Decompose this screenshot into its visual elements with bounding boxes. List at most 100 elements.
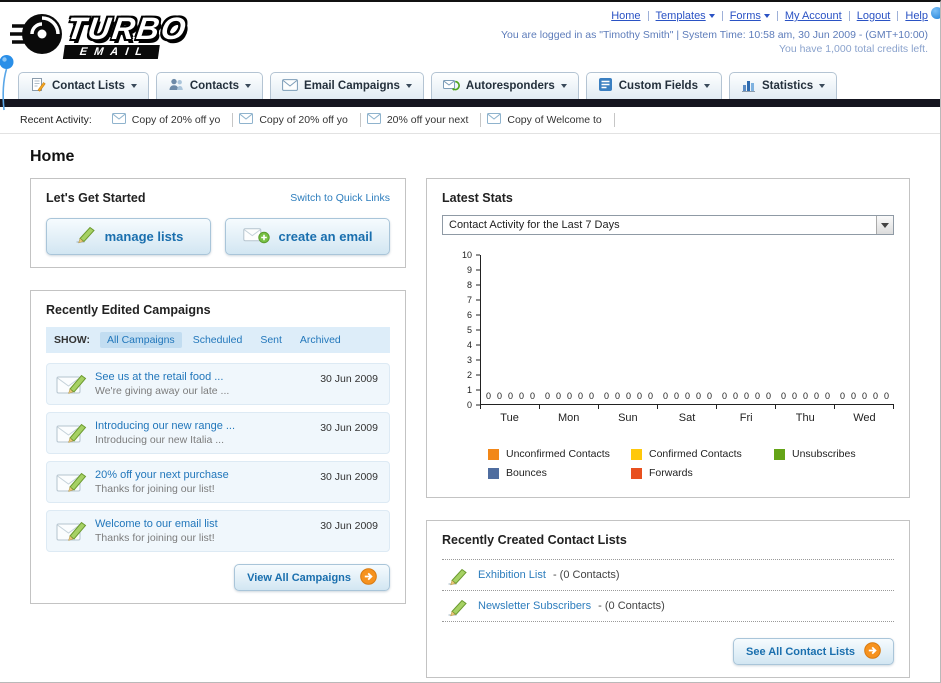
chart-value-label: 0 xyxy=(825,391,831,401)
chevron-down-icon xyxy=(560,84,567,88)
recent-activity-item[interactable]: 20% off your next xyxy=(361,113,482,127)
envelope-pencil-icon xyxy=(56,469,88,501)
campaign-list-item: Introducing our new range ... Introducin… xyxy=(46,412,390,454)
recently-edited-campaigns-panel: Recently Edited Campaigns SHOW: All Camp… xyxy=(30,290,406,604)
chart-value-label: 0 xyxy=(766,391,772,401)
campaign-subtitle: Thanks for joining our list! xyxy=(95,532,215,544)
campaign-title-link[interactable]: 20% off your next purchase xyxy=(95,469,293,481)
view-all-campaigns-button[interactable]: View All Campaigns xyxy=(234,564,390,591)
legend-item: Confirmed Contacts xyxy=(631,448,774,460)
see-all-contact-lists-button[interactable]: See All Contact Lists xyxy=(732,638,894,665)
chart-value-label: 0 xyxy=(625,391,631,401)
campaign-date: 30 Jun 2009 xyxy=(320,471,378,483)
chart-value-label: 0 xyxy=(603,391,609,401)
campaign-list-item: See us at the retail food ... We're givi… xyxy=(46,363,390,405)
campaign-subtitle: Thanks for joining our list! xyxy=(95,483,215,495)
credits-info: You have 1,000 total credits left. xyxy=(778,43,928,55)
chevron-down-icon xyxy=(708,14,715,18)
tab-contact-lists[interactable]: Contact Lists xyxy=(18,72,149,99)
nav-separator xyxy=(721,11,723,21)
recent-activity-item[interactable]: Copy of 20% off yo xyxy=(233,113,361,127)
x-axis-label: Tue xyxy=(500,412,519,424)
pencil-list-icon xyxy=(446,598,468,621)
select-arrow-icon xyxy=(876,216,893,234)
y-tick-label: 10 xyxy=(461,250,472,260)
create-email-button[interactable]: create an email xyxy=(225,218,390,255)
legend-label: Bounces xyxy=(506,467,547,479)
chart-value-label: 0 xyxy=(721,391,727,401)
legend-item: Unconfirmed Contacts xyxy=(488,448,631,460)
nav-home-link[interactable]: Home xyxy=(611,10,640,22)
x-tick-mark xyxy=(481,405,540,409)
filter-scheduled[interactable]: Scheduled xyxy=(186,332,250,348)
pencil-icon xyxy=(74,225,96,248)
nav-help-link[interactable]: Help xyxy=(905,10,928,22)
nav-my-account-link[interactable]: My Account xyxy=(785,10,842,22)
manage-lists-button[interactable]: manage lists xyxy=(46,218,211,255)
y-tick-label: 2 xyxy=(466,370,472,380)
header-right: Home Templates Forms My Account Logout H… xyxy=(501,8,928,64)
campaign-title-link[interactable]: See us at the retail food ... xyxy=(95,371,293,383)
chart-value-label: 0 xyxy=(662,391,668,401)
top-nav: Home Templates Forms My Account Logout H… xyxy=(501,10,928,22)
envelope-icon xyxy=(111,113,126,127)
chevron-down-icon xyxy=(703,84,710,88)
recent-activity-item[interactable]: Copy of 20% off yo xyxy=(106,113,234,127)
chart-value-label: 0 xyxy=(850,391,856,401)
tab-contacts[interactable]: Contacts xyxy=(155,72,264,99)
chart-value-label: 0 xyxy=(544,391,550,401)
turbo-email-logo: TURBO EMAIL xyxy=(10,8,190,64)
chevron-down-icon xyxy=(130,84,137,88)
tab-statistics[interactable]: Statistics xyxy=(728,72,838,99)
chart-value-labels-group: 00000 xyxy=(599,391,658,401)
chart-value-label: 0 xyxy=(637,391,643,401)
chart-value-label: 0 xyxy=(707,391,713,401)
campaign-date: 30 Jun 2009 xyxy=(320,520,378,532)
chevron-down-icon xyxy=(819,84,826,88)
campaign-title-link[interactable]: Introducing our new range ... xyxy=(95,420,293,432)
tab-email-campaigns[interactable]: Email Campaigns xyxy=(270,72,424,99)
chart-x-ticks xyxy=(480,405,894,409)
filter-sent[interactable]: Sent xyxy=(253,332,289,348)
lets-get-started-panel: Let's Get Started Switch to Quick Links xyxy=(30,178,406,268)
legend-item: Bounces xyxy=(488,467,631,479)
recent-activity-item[interactable]: Copy of Welcome to xyxy=(481,113,615,127)
campaign-title-link[interactable]: Welcome to our email list xyxy=(95,518,293,530)
nav-separator xyxy=(897,11,899,21)
nav-logout-link[interactable]: Logout xyxy=(857,10,891,22)
y-tick-label: 9 xyxy=(466,265,472,275)
chart-value-labels-group: 00000 xyxy=(540,391,599,401)
chart-value-label: 0 xyxy=(755,391,761,401)
turbo-email-dashboard: TURBO EMAIL Home Templates Forms My Acco… xyxy=(0,0,941,683)
chart-value-label: 0 xyxy=(861,391,867,401)
custom-fields-icon xyxy=(598,77,613,95)
tab-custom-fields[interactable]: Custom Fields xyxy=(585,72,722,99)
statistics-icon xyxy=(741,78,756,95)
tab-autoresponders[interactable]: Autoresponders xyxy=(430,72,579,99)
campaign-list-item: Welcome to our email list Thanks for joi… xyxy=(46,510,390,552)
y-tick-label: 5 xyxy=(466,325,472,335)
switch-quick-links-link[interactable]: Switch to Quick Links xyxy=(290,192,390,204)
contact-list-link[interactable]: Exhibition List xyxy=(478,569,546,581)
x-axis-label: Wed xyxy=(853,412,876,424)
chart-value-label: 0 xyxy=(884,391,890,401)
campaign-subtitle: Introducing our new Italia ... xyxy=(95,434,224,446)
get-started-title: Let's Get Started xyxy=(46,191,146,205)
contact-list-link[interactable]: Newsletter Subscribers xyxy=(478,600,591,612)
chevron-down-icon xyxy=(405,84,412,88)
contact-lists-title: Recently Created Contact Lists xyxy=(442,533,627,547)
x-tick-mark xyxy=(717,405,776,409)
chart-value-label: 0 xyxy=(732,391,738,401)
contact-list-item: Newsletter Subscribers - (0 Contacts) xyxy=(442,591,894,622)
chart-value-label: 0 xyxy=(496,391,502,401)
x-tick-mark xyxy=(835,405,894,409)
stats-range-select[interactable]: Contact Activity for the Last 7 Days xyxy=(442,215,894,235)
chart-value-labels-group: 00000 xyxy=(481,391,540,401)
contact-list-count: - (0 Contacts) xyxy=(598,600,665,612)
chart-legend: Unconfirmed Contacts Confirmed Contacts Un… xyxy=(488,448,928,479)
filter-all-campaigns[interactable]: All Campaigns xyxy=(99,332,182,348)
nav-forms-link[interactable]: Forms xyxy=(730,10,770,22)
chart-value-label: 0 xyxy=(519,391,525,401)
nav-templates-link[interactable]: Templates xyxy=(656,10,715,22)
filter-archived[interactable]: Archived xyxy=(293,332,348,348)
